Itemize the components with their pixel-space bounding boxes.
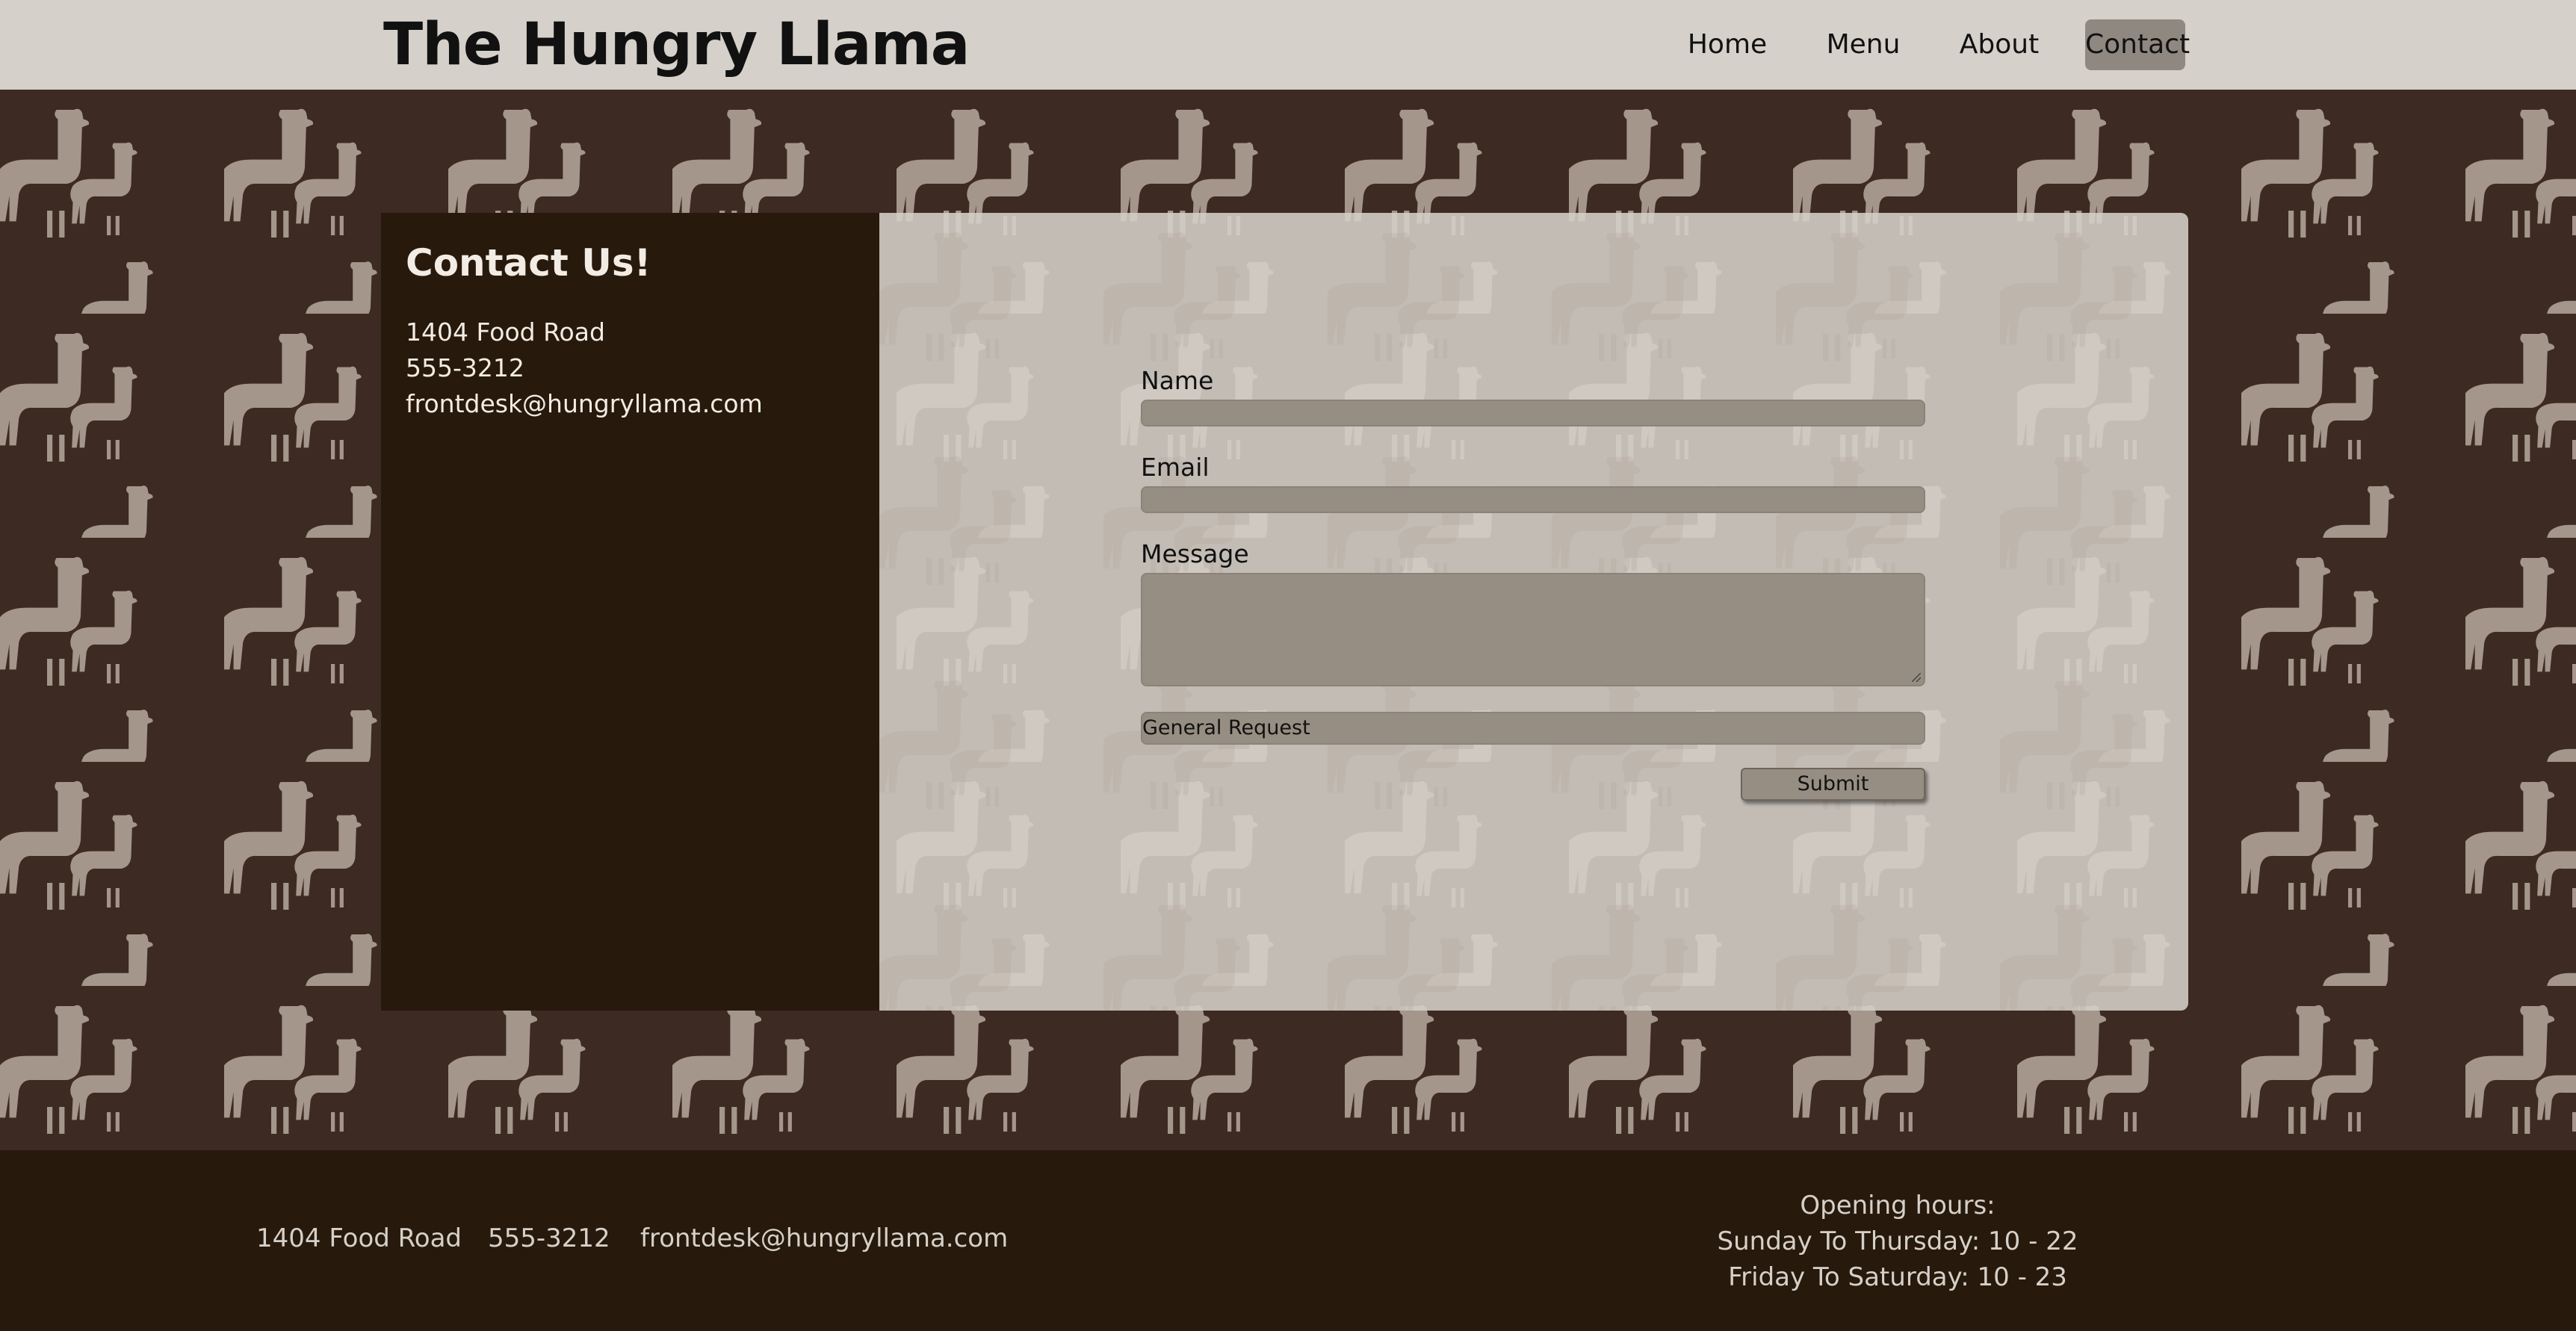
email-input[interactable] xyxy=(1141,486,1925,513)
email-label: Email xyxy=(1141,453,1210,482)
resize-grip-icon[interactable] xyxy=(1912,673,1921,682)
hours-weekday: Sunday To Thursday: 10 - 22 xyxy=(1717,1226,2078,1256)
site-footer: 1404 Food Road 555-3212 frontdesk@hungry… xyxy=(0,1150,2576,1331)
site-header: The Hungry Llama Home Menu Home Menu Abo… xyxy=(0,0,2576,90)
hours-weekend: Friday To Saturday: 10 - 23 xyxy=(1728,1262,2067,1292)
nav-menu-link[interactable]: Menu xyxy=(1818,19,1908,70)
message-label: Message xyxy=(1141,539,1249,568)
footer-phone: 555-3212 xyxy=(488,1223,610,1253)
opening-hours: Opening hours: Sunday To Thursday: 10 - … xyxy=(1674,1188,2122,1295)
footer-email[interactable]: frontdesk@hungryllama.com xyxy=(640,1223,1008,1253)
nav-about-link[interactable]: About xyxy=(1954,19,2044,70)
name-input[interactable] xyxy=(1141,400,1925,426)
hours-title: Opening hours: xyxy=(1800,1191,1996,1220)
contact-form-panel: Name Email Message General Request Submi… xyxy=(879,213,2188,1011)
contact-email[interactable]: frontdesk@hungryllama.com xyxy=(406,389,763,418)
message-textarea[interactable] xyxy=(1141,573,1925,686)
contact-heading: Contact Us! xyxy=(406,241,651,285)
site-title: The Hungry Llama xyxy=(383,11,970,78)
footer-address: 1404 Food Road xyxy=(256,1223,462,1253)
request-type-select[interactable]: General Request xyxy=(1141,712,1925,745)
nav-contact-link[interactable]: Contact xyxy=(2085,19,2190,70)
contact-info-panel: Contact Us! 1404 Food Road 555-3212 fron… xyxy=(381,213,879,1011)
name-label: Name xyxy=(1141,366,1214,395)
nav-home-link[interactable]: Home xyxy=(1682,19,1772,70)
contact-address: 1404 Food Road xyxy=(406,317,605,347)
contact-phone: 555-3212 xyxy=(406,353,524,382)
submit-button[interactable]: Submit xyxy=(1741,768,1925,801)
